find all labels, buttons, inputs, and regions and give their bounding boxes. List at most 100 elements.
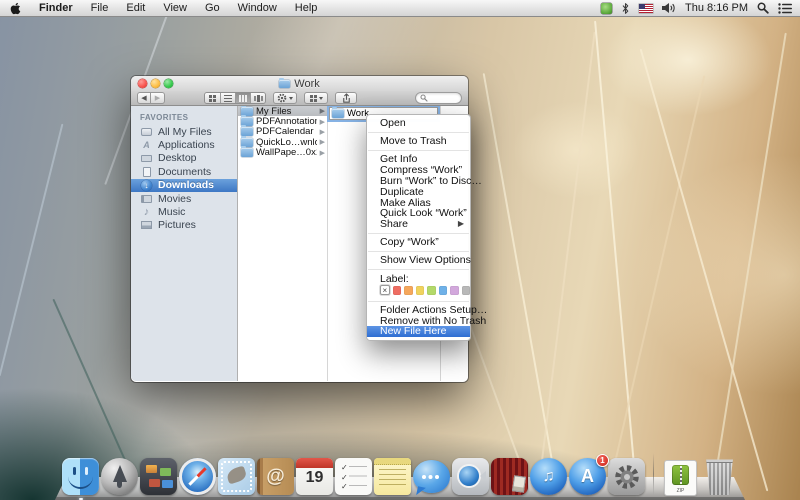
movies-icon [140, 193, 153, 204]
menu-item-file[interactable]: File [82, 0, 118, 16]
dock-icon-notes[interactable] [374, 458, 411, 495]
menu-item-go[interactable]: Go [196, 0, 229, 16]
menu-separator [368, 251, 469, 252]
downloads-icon: ↓ [140, 180, 153, 191]
dock-icon-itunes[interactable] [530, 458, 567, 495]
folder-icon [332, 109, 344, 118]
apple-menu[interactable] [0, 2, 30, 15]
label-none-swatch[interactable]: × [380, 285, 390, 295]
context-menu-label-heading: Label: [367, 274, 470, 285]
chevron-right-icon: ▶ [320, 118, 325, 126]
context-menu-item-copy[interactable]: Copy “Work” [367, 237, 470, 248]
applications-icon: A [140, 140, 153, 151]
folder-icon [279, 80, 290, 88]
sidebar: FAVORITES All My Files A Applications De… [131, 106, 238, 381]
sidebar-item-all-my-files[interactable]: All My Files [131, 125, 237, 138]
dock-icon-facetime[interactable] [452, 458, 489, 495]
column-view-button[interactable] [235, 93, 250, 103]
label-swatches: × [367, 284, 470, 297]
menu-item-window[interactable]: Window [229, 0, 286, 16]
zoom-button[interactable] [164, 79, 173, 88]
label-gray-swatch[interactable] [462, 286, 471, 295]
gear-icon [277, 93, 287, 103]
list-item[interactable]: My Files ▶ [238, 106, 327, 116]
search-icon [420, 94, 428, 102]
context-menu-item-duplicate[interactable]: Duplicate [367, 187, 470, 198]
dock-icon-contacts[interactable] [257, 458, 294, 495]
icon-view-button[interactable] [205, 93, 220, 103]
list-item[interactable]: PDFCalendar ▶ [238, 127, 327, 137]
bluetooth-icon[interactable] [621, 2, 630, 15]
sidebar-item-music[interactable]: ♪ Music [131, 205, 237, 218]
list-item[interactable]: PDFAnnotationEditor ▶ [238, 116, 327, 126]
dock-icon-finder[interactable] [62, 458, 99, 495]
menu-item-help[interactable]: Help [286, 0, 327, 16]
spotlight-icon[interactable] [757, 2, 769, 14]
sidebar-item-movies[interactable]: Movies [131, 192, 237, 205]
label-purple-swatch[interactable] [450, 286, 459, 295]
sidebar-item-documents[interactable]: Documents [131, 165, 237, 178]
close-button[interactable] [138, 79, 147, 88]
title-bar[interactable]: Work [131, 76, 468, 91]
sidebar-item-pictures[interactable]: Pictures [131, 219, 237, 232]
menu-item-finder[interactable]: Finder [30, 0, 82, 16]
context-menu-item-new-file-here[interactable]: New File Here [367, 326, 470, 337]
app-status-icon[interactable] [601, 3, 612, 14]
folder-icon [241, 148, 253, 157]
dock-icon-trash[interactable] [701, 458, 738, 495]
context-menu-item-show-view-options[interactable]: Show View Options [367, 255, 470, 266]
label-green-swatch[interactable] [427, 286, 436, 295]
context-menu-item-move-to-trash[interactable]: Move to Trash [367, 136, 470, 147]
column-view-icon [239, 95, 247, 102]
menu-bar: Finder File Edit View Go Window Help Thu… [0, 0, 800, 17]
list-item[interactable]: WallPape…0x1440 ▶ [238, 148, 327, 158]
sidebar-item-downloads[interactable]: ↓ Downloads [131, 179, 237, 192]
label-red-swatch[interactable] [393, 286, 402, 295]
minimize-button[interactable] [151, 79, 160, 88]
sidebar-item-desktop[interactable]: Desktop [131, 152, 237, 165]
list-item[interactable]: QuickLo…wnloader ▶ [238, 137, 327, 147]
coverflow-view-button[interactable] [250, 93, 265, 103]
chevron-right-icon: ▶ [320, 128, 325, 136]
dock-icon-messages[interactable] [413, 458, 450, 495]
dock-icon-reminders[interactable] [335, 458, 372, 495]
menu-item-edit[interactable]: Edit [117, 0, 154, 16]
all-my-files-icon [140, 126, 153, 137]
action-menu-button[interactable] [273, 92, 297, 104]
dock-icon-zip-file[interactable]: ZIP [662, 458, 699, 495]
forward-button[interactable]: ▶ [151, 92, 165, 104]
list-view-button[interactable] [220, 93, 235, 103]
search-input[interactable] [415, 92, 462, 104]
menu-bar-clock[interactable]: Thu 8:16 PM [685, 2, 748, 14]
list-view-icon [224, 95, 232, 102]
input-source-flag-icon[interactable] [639, 4, 653, 13]
dock: 19 1 ZIP [55, 444, 745, 500]
label-blue-swatch[interactable] [439, 286, 448, 295]
dock-icon-photo-booth[interactable] [491, 458, 528, 495]
dock-icon-safari[interactable] [179, 458, 216, 495]
menu-separator [368, 150, 469, 151]
context-menu-item-open[interactable]: Open [367, 118, 470, 129]
dock-icon-app-store[interactable]: 1 [569, 458, 606, 495]
share-button[interactable] [335, 92, 357, 104]
context-menu-item-share[interactable]: Share ▶ [367, 219, 470, 230]
window-title: Work [279, 78, 319, 90]
menu-separator [368, 301, 469, 302]
toolbar: ◀ ▶ [131, 91, 468, 106]
volume-icon[interactable] [662, 2, 676, 14]
dock-icon-mail[interactable] [218, 458, 255, 495]
menu-item-view[interactable]: View [154, 0, 196, 16]
label-yellow-swatch[interactable] [416, 286, 425, 295]
arrange-icon [310, 95, 317, 102]
desktop-icon [140, 153, 153, 164]
label-orange-swatch[interactable] [404, 286, 413, 295]
dock-icon-system-preferences[interactable] [608, 458, 645, 495]
dock-icon-mission-control[interactable] [140, 458, 177, 495]
arrange-menu-button[interactable] [304, 92, 328, 104]
dock-icon-launchpad[interactable] [101, 458, 138, 495]
back-button[interactable]: ◀ [137, 92, 151, 104]
sidebar-item-applications[interactable]: A Applications [131, 138, 237, 151]
context-menu-item-folder-actions-setup[interactable]: Folder Actions Setup… [367, 305, 470, 316]
notification-center-icon[interactable] [778, 3, 792, 14]
dock-icon-calendar[interactable]: 19 [296, 458, 333, 495]
